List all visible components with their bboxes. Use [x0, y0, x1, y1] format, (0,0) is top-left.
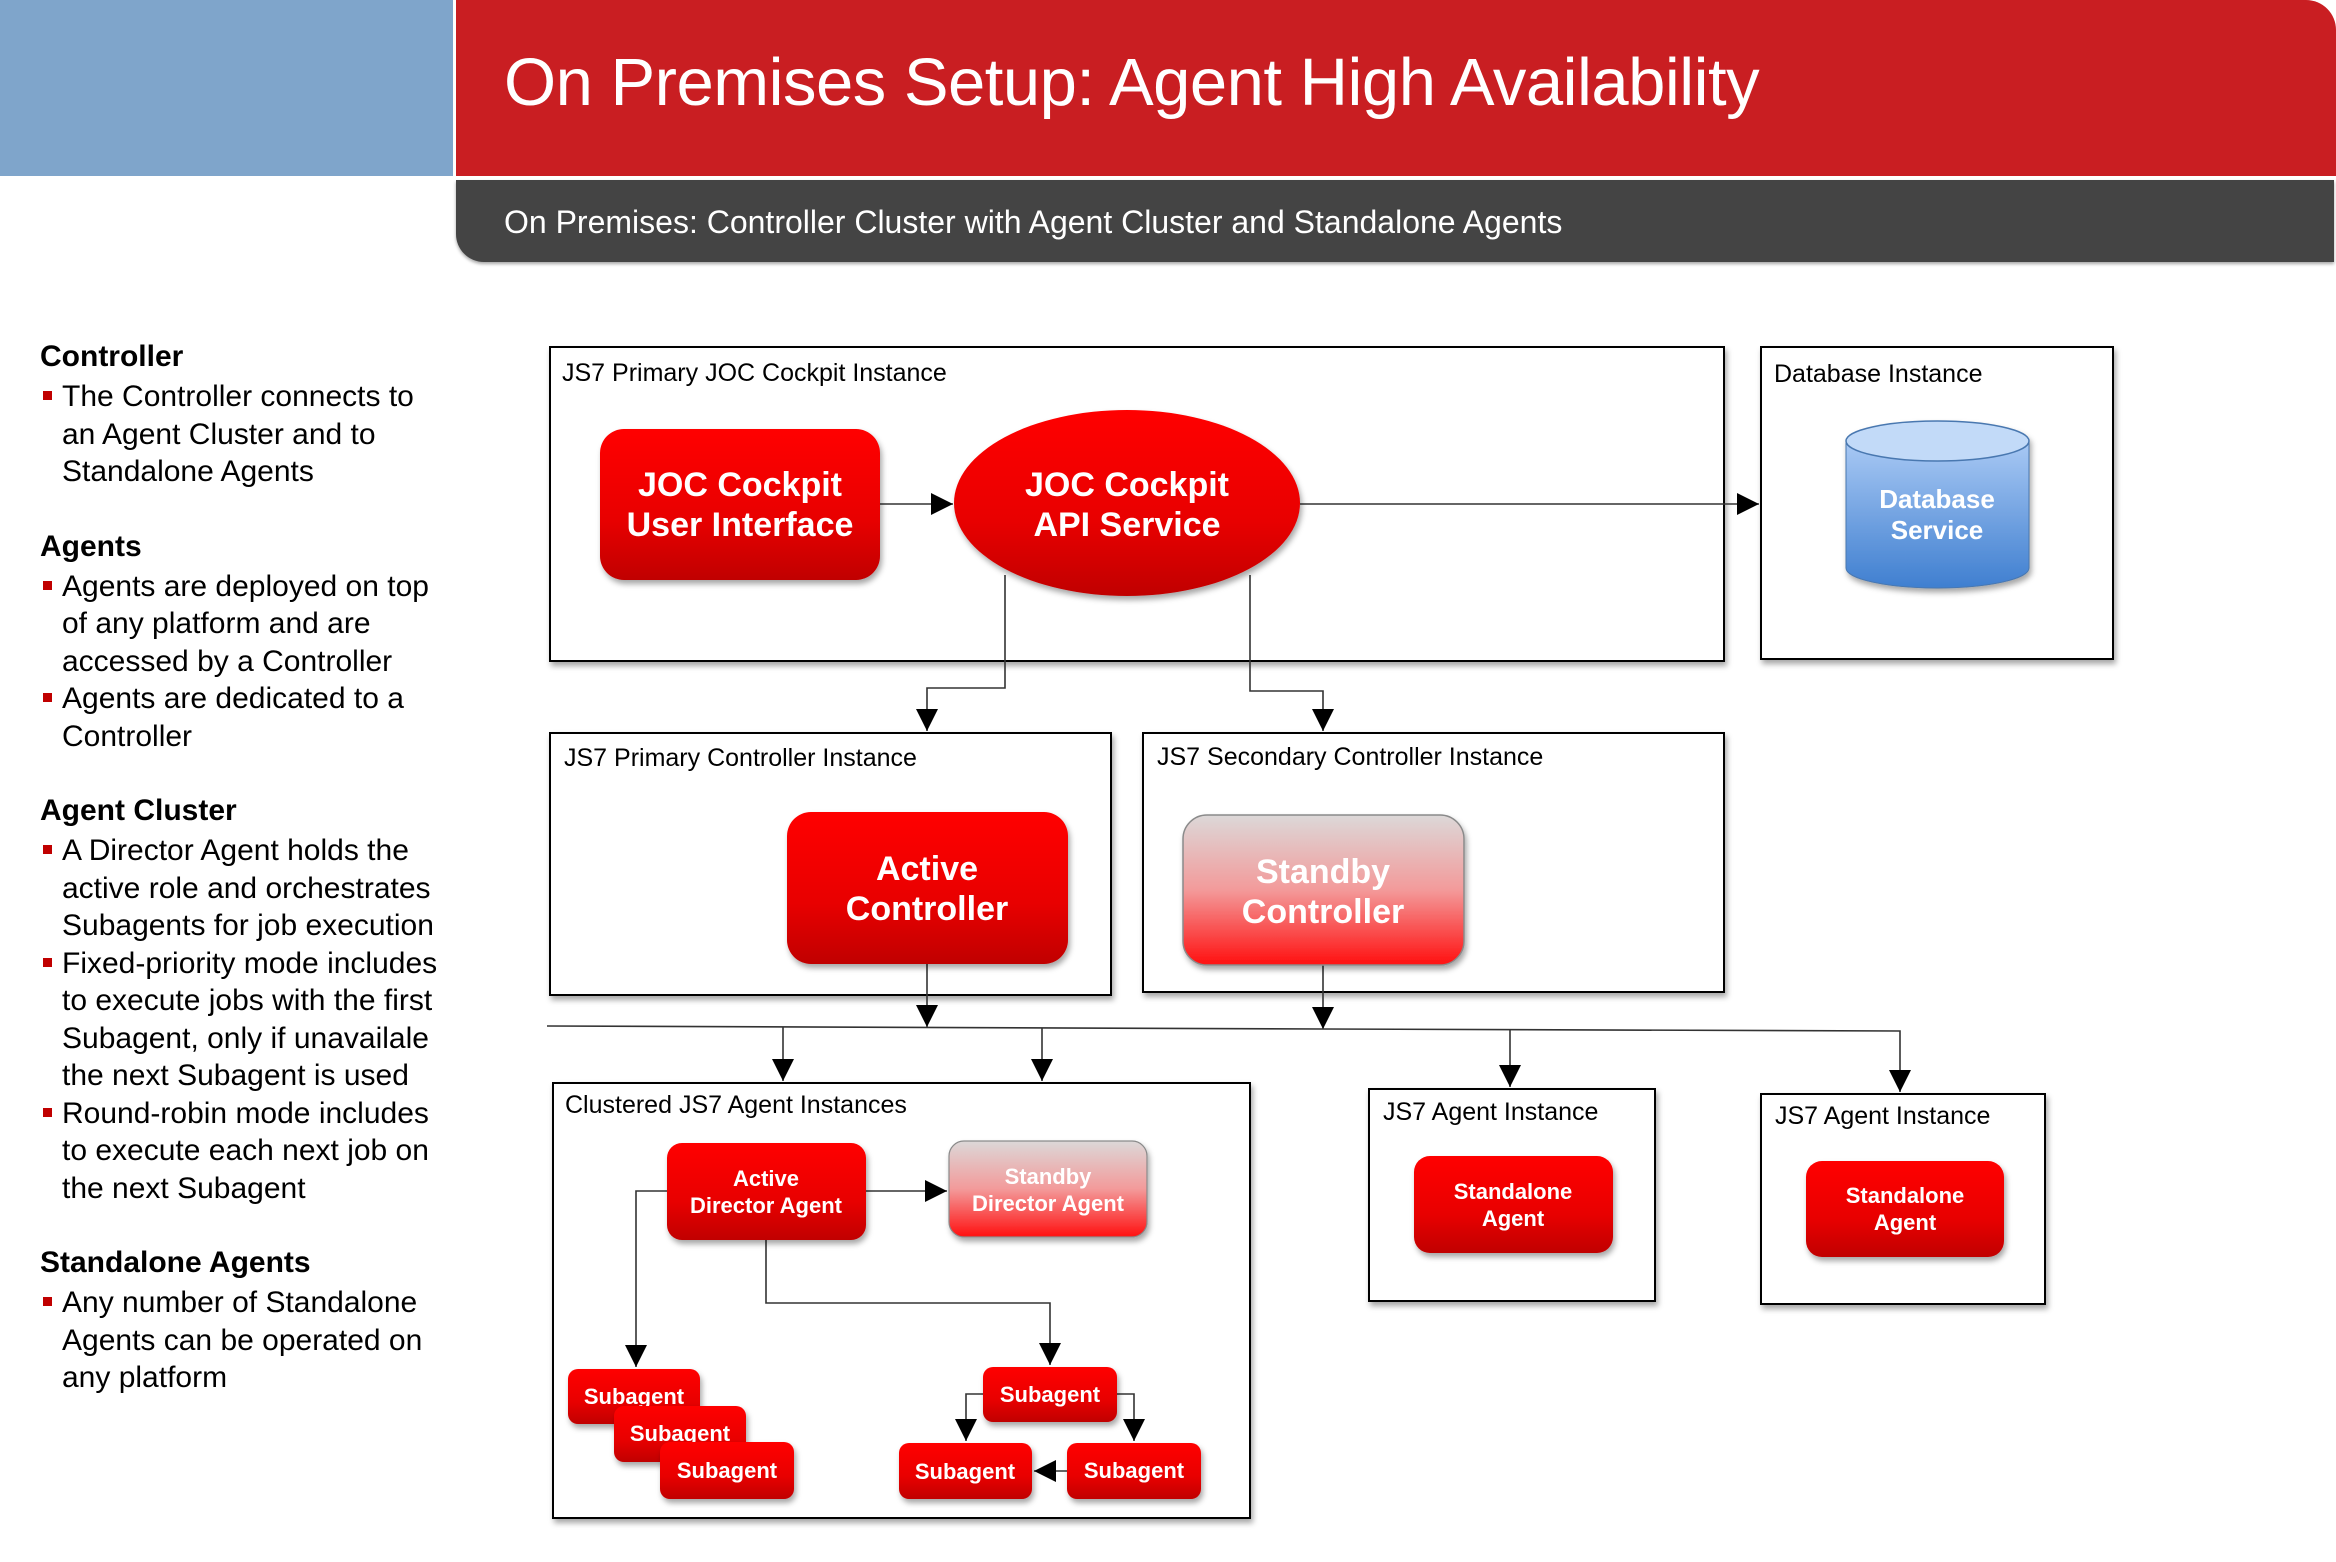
node-label: Subagent	[1000, 1382, 1101, 1407]
node-label: Subagent	[584, 1384, 685, 1409]
node-label: API Service	[1033, 506, 1220, 544]
joc-api-node: JOC Cockpit API Service	[954, 410, 1300, 596]
node-label: Agent	[1482, 1206, 1545, 1231]
container-label: Database Instance	[1774, 360, 1982, 388]
node-label: Active	[733, 1166, 799, 1191]
container-label: JS7 Agent Instance	[1383, 1098, 1598, 1126]
joc-ui-node: JOC Cockpit User Interface	[600, 429, 880, 580]
container-label: JS7 Primary JOC Cockpit Instance	[562, 359, 947, 387]
container-label: JS7 Primary Controller Instance	[564, 744, 917, 772]
standby-director-agent-node: Standby Director Agent	[948, 1140, 1148, 1238]
subagent-node: Subagent	[983, 1367, 1117, 1422]
standalone-agent-node-1: Standalone Agent	[1414, 1156, 1613, 1253]
subagent-node: Subagent	[899, 1443, 1032, 1499]
node-label: Standby	[1256, 853, 1390, 891]
active-director-agent-node: Active Director Agent	[667, 1143, 866, 1240]
subagent-node: Subagent	[1067, 1443, 1201, 1499]
node-label: Service	[1891, 515, 1984, 545]
node-label: User Interface	[627, 506, 854, 544]
architecture-diagram: JS7 Primary JOC Cockpit Instance Databas…	[546, 346, 2114, 1519]
container-label: Clustered JS7 Agent Instances	[565, 1091, 907, 1119]
standby-controller-node: Standby Controller	[1182, 814, 1465, 966]
standalone-agent-node-2: Standalone Agent	[1806, 1161, 2004, 1257]
node-label: Subagent	[915, 1459, 1016, 1484]
node-label: Controller	[846, 890, 1008, 928]
node-label: Controller	[1242, 893, 1404, 931]
node-label: Subagent	[677, 1458, 778, 1483]
database-icon	[1845, 420, 2030, 462]
node-label: Database	[1879, 484, 1995, 514]
node-label: Standalone	[1846, 1183, 1965, 1208]
node-label: Active	[876, 850, 978, 888]
node-label: Director Agent	[690, 1193, 843, 1218]
active-controller-node: Active Controller	[787, 812, 1068, 964]
node-label: Subagent	[1084, 1458, 1185, 1483]
node-label: Director Agent	[972, 1191, 1125, 1216]
node-label: JOC Cockpit	[1025, 466, 1229, 504]
node-label: Standalone	[1454, 1179, 1573, 1204]
subagent-node: Subagent	[660, 1442, 794, 1499]
node-label: Standby	[1005, 1164, 1093, 1189]
node-label: Agent	[1874, 1210, 1937, 1235]
container-label: JS7 Secondary Controller Instance	[1157, 743, 1543, 771]
node-label: JOC Cockpit	[638, 466, 842, 504]
container-label: JS7 Agent Instance	[1775, 1102, 1990, 1130]
database-service-node: Database Service	[1845, 420, 2030, 589]
